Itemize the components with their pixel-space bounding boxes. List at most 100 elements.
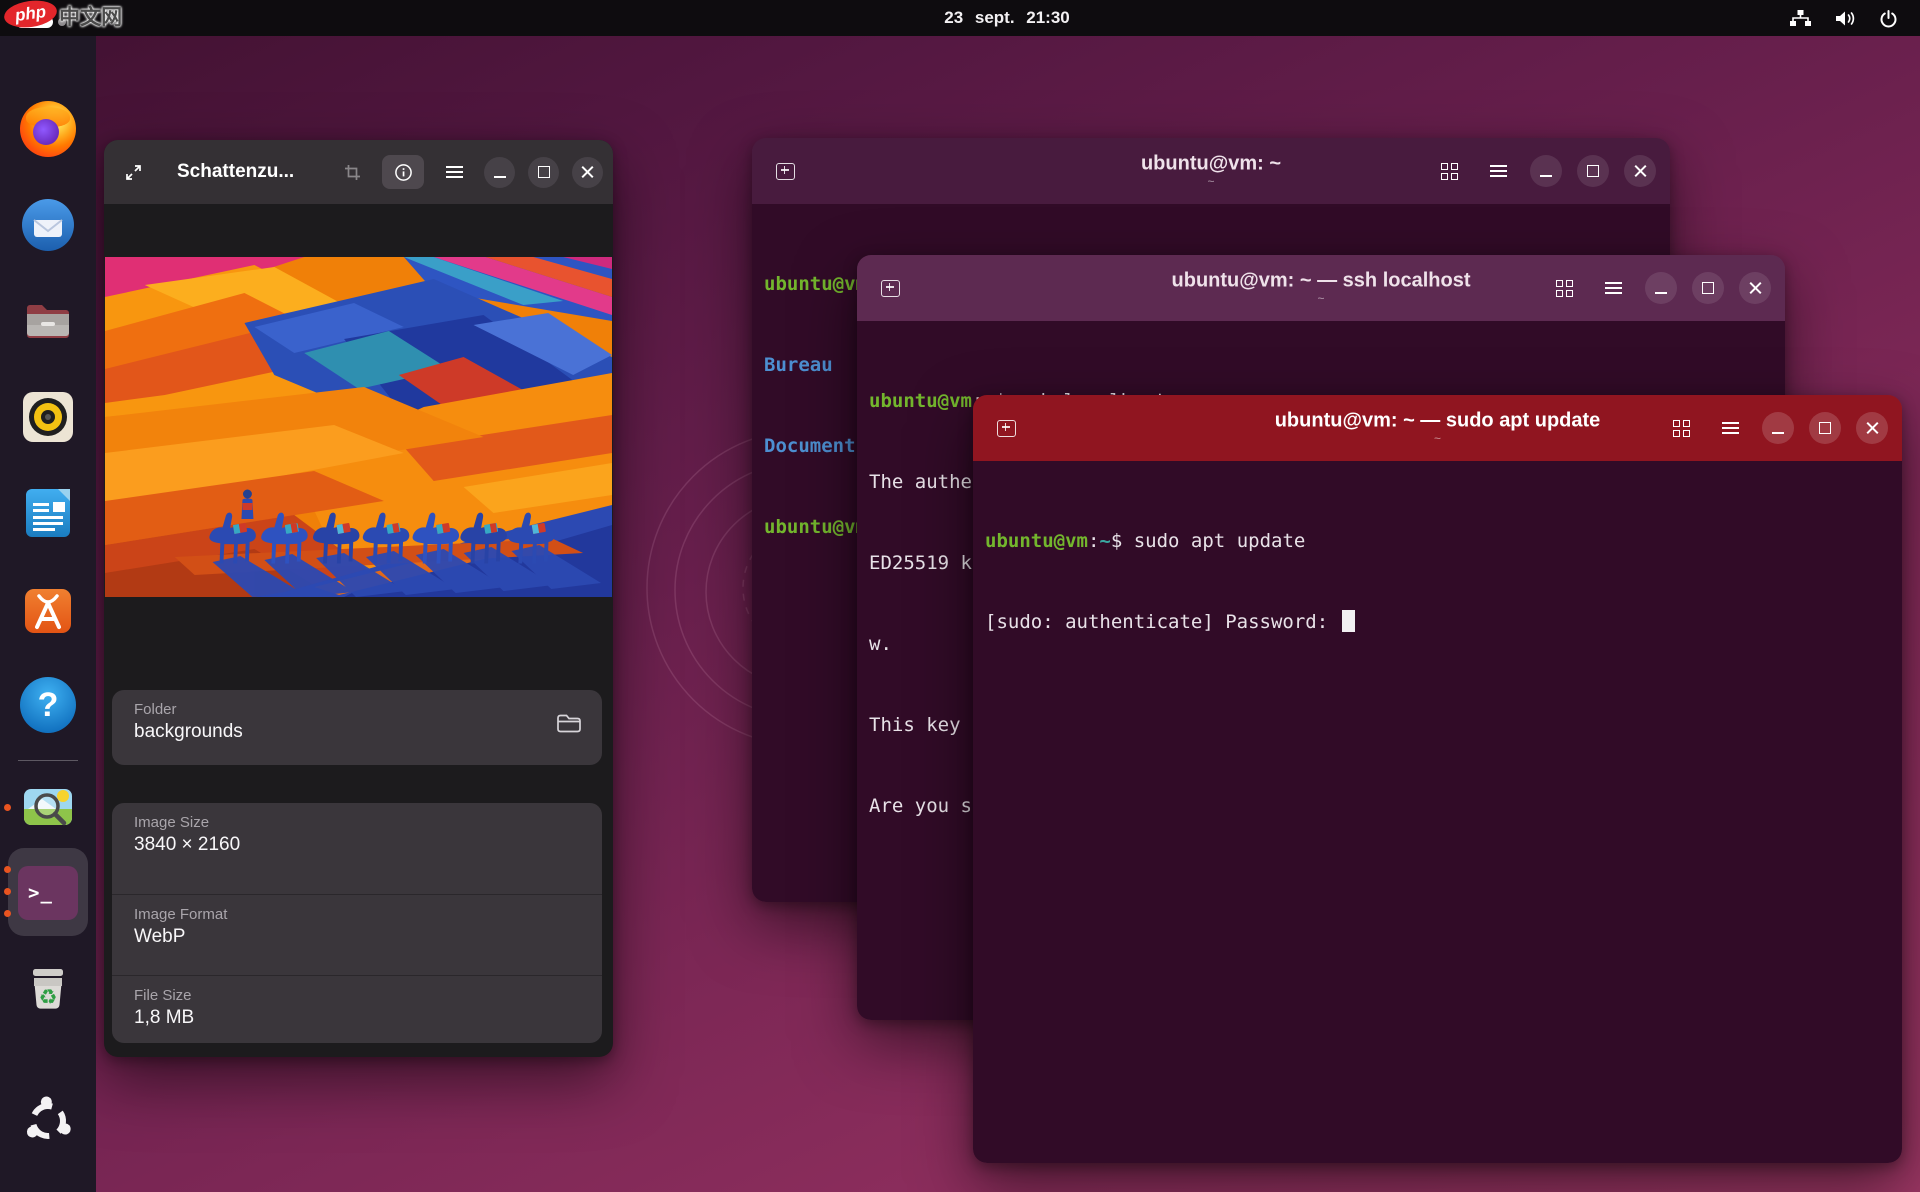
watermark-text: 中文网 xyxy=(59,1,122,31)
minimize-icon xyxy=(1772,432,1784,434)
terminal2-headerbar: ubuntu@vm: ~ — ssh localhost ~ xyxy=(857,255,1785,321)
dock-terminal[interactable]: >_ xyxy=(17,862,79,924)
clock-button[interactable]: 23 sept. 21:30 xyxy=(944,0,1070,36)
volume-icon xyxy=(1834,9,1857,28)
window-title: Schattenzu... xyxy=(177,161,294,183)
watermark-logo: php xyxy=(2,0,58,31)
maximize-button[interactable] xyxy=(1692,272,1724,304)
dock-app-center[interactable] xyxy=(17,578,79,640)
files-icon xyxy=(20,293,76,349)
minimize-icon xyxy=(494,176,506,178)
close-icon xyxy=(1634,165,1647,178)
window-title: ubuntu@vm: ~ ~ xyxy=(1141,153,1281,190)
new-tab-button[interactable] xyxy=(768,154,802,188)
info-icon xyxy=(394,163,413,182)
hamburger-icon xyxy=(1722,422,1739,434)
tab-overview-button[interactable] xyxy=(1664,411,1698,445)
dock-thunderbird[interactable] xyxy=(17,194,79,256)
window-title: ubuntu@vm: ~ — ssh localhost ~ xyxy=(1172,270,1471,307)
tab-overview-button[interactable] xyxy=(1432,154,1466,188)
menu-button[interactable] xyxy=(1713,411,1747,445)
property-label: Image Format xyxy=(134,906,602,923)
folder-icon xyxy=(556,712,582,734)
new-tab-button[interactable] xyxy=(873,271,907,305)
quick-settings[interactable] xyxy=(1789,0,1898,36)
image-viewer-headerbar: Schattenzu... xyxy=(104,140,613,204)
terminal1-headerbar: ubuntu@vm: ~ ~ xyxy=(752,138,1670,204)
terminal3-headerbar: ubuntu@vm: ~ — sudo apt update ~ xyxy=(973,395,1902,461)
grid-icon xyxy=(1673,420,1690,437)
hamburger-icon xyxy=(446,166,463,178)
dock-rhythmbox[interactable] xyxy=(17,386,79,448)
svg-text:♻: ♻ xyxy=(39,986,58,1009)
dock-show-apps[interactable] xyxy=(17,1090,79,1152)
property-row: Image Size 3840 × 2160 xyxy=(112,814,602,894)
help-icon: ? xyxy=(20,677,76,733)
minimize-icon xyxy=(1655,292,1667,294)
folder-value: backgrounds xyxy=(134,721,602,743)
properties-button[interactable] xyxy=(382,155,424,189)
fullscreen-button[interactable] xyxy=(116,155,150,189)
watermark: php 中文网 xyxy=(4,1,122,31)
maximize-button[interactable] xyxy=(1577,155,1609,187)
menu-button[interactable] xyxy=(1481,154,1515,188)
rhythmbox-icon xyxy=(20,389,76,445)
close-button[interactable] xyxy=(1739,272,1771,304)
libreoffice-writer-icon xyxy=(20,485,76,541)
dock-trash[interactable]: ♻ xyxy=(17,958,79,1020)
network-icon xyxy=(1789,9,1812,28)
maximize-icon xyxy=(1587,165,1599,177)
running-dot xyxy=(4,910,11,917)
maximize-button[interactable] xyxy=(528,157,559,188)
properties-card: Image Size 3840 × 2160 Image Format WebP… xyxy=(112,803,602,1043)
maximize-icon xyxy=(1819,422,1831,434)
dock-help[interactable]: ? xyxy=(17,674,79,736)
camel-rider xyxy=(241,490,253,520)
running-dot xyxy=(4,866,11,873)
minimize-button[interactable] xyxy=(1530,155,1562,187)
menu-button[interactable] xyxy=(437,155,471,189)
dock-firefox[interactable] xyxy=(17,98,79,160)
running-dot xyxy=(4,804,11,811)
terminal-icon: >_ xyxy=(18,866,78,920)
terminal-window-3: ubuntu@vm: ~ — sudo apt update ~ ubuntu@… xyxy=(973,395,1902,1163)
hamburger-icon xyxy=(1605,282,1622,294)
terminal-line: ubuntu@vm:~$ sudo apt update xyxy=(985,528,1892,555)
dock-libreoffice-writer[interactable] xyxy=(17,482,79,544)
app-center-icon xyxy=(20,581,76,637)
close-icon xyxy=(1866,422,1879,435)
property-row: Image Format WebP xyxy=(112,894,602,975)
maximize-icon xyxy=(538,166,550,178)
close-button[interactable] xyxy=(1624,155,1656,187)
close-button[interactable] xyxy=(1856,412,1888,444)
new-tab-icon xyxy=(881,280,900,297)
property-label: Image Size xyxy=(134,814,602,831)
terminal3-content[interactable]: ubuntu@vm:~$ sudo apt update [sudo: auth… xyxy=(973,461,1902,1163)
minimize-button[interactable] xyxy=(1762,412,1794,444)
close-icon xyxy=(1749,282,1762,295)
tab-overview-button[interactable] xyxy=(1547,271,1581,305)
new-tab-button[interactable] xyxy=(989,411,1023,445)
maximize-button[interactable] xyxy=(1809,412,1841,444)
minimize-button[interactable] xyxy=(484,157,515,188)
dock: ? >_ ♻ xyxy=(0,36,96,1192)
new-tab-icon xyxy=(997,420,1016,437)
image-viewer-window: Schattenzu... xyxy=(104,140,613,1057)
image-viewer-icon xyxy=(20,779,76,835)
terminal-line: [sudo: authenticate] Password: xyxy=(985,609,1892,636)
minimize-button[interactable] xyxy=(1645,272,1677,304)
new-tab-icon xyxy=(776,163,795,180)
dock-divider xyxy=(18,760,78,761)
firefox-icon xyxy=(20,101,76,157)
top-bar: 23 sept. 21:30 xyxy=(0,0,1920,36)
crop-button[interactable] xyxy=(335,155,369,189)
grid-icon xyxy=(1556,280,1573,297)
dock-files[interactable] xyxy=(17,290,79,352)
folder-card: Folder backgrounds xyxy=(112,690,602,765)
close-button[interactable] xyxy=(572,157,603,188)
dock-image-viewer[interactable] xyxy=(17,776,79,838)
running-dot xyxy=(4,888,11,895)
power-icon xyxy=(1879,9,1898,28)
menu-button[interactable] xyxy=(1596,271,1630,305)
open-folder-button[interactable] xyxy=(556,712,582,739)
